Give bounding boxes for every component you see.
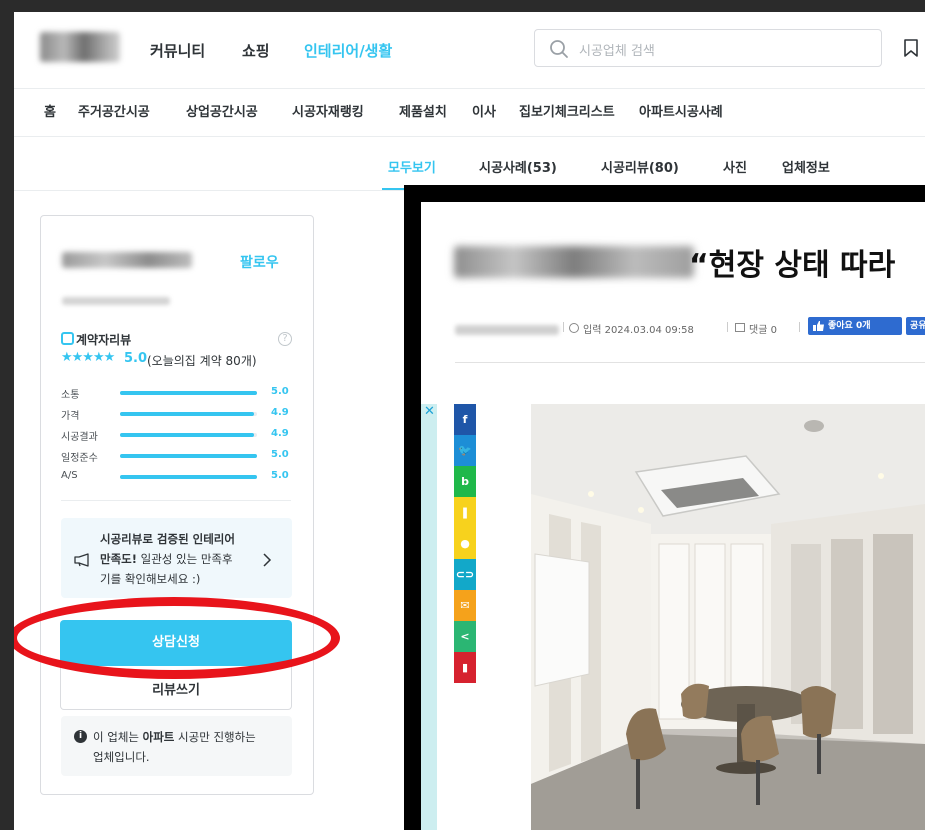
rating-bar: [120, 433, 257, 437]
rating-count: (오늘의집 계약 80개): [147, 354, 257, 368]
rating-bar-fill: [120, 391, 257, 395]
article-company-blurred: [454, 246, 694, 278]
facebook-icon[interactable]: f: [454, 404, 476, 435]
news-article-overlay: “현장 상태 따라 입력 2024.03.04 09:58 댓글 0 좋아요 0…: [404, 185, 925, 830]
nav-community[interactable]: 커뮤니티: [150, 40, 205, 61]
top-nav: 커뮤니티 쇼핑 인테리어/생활 시공업체 검색: [14, 12, 925, 88]
tab-all[interactable]: 모두보기: [388, 157, 436, 176]
tab-photos[interactable]: 사진: [723, 157, 747, 176]
search-input[interactable]: 시공업체 검색: [534, 29, 882, 67]
link-icon[interactable]: ⊂⊃: [454, 559, 476, 590]
star-rating-icon: ★★★★★: [61, 350, 115, 365]
share-icon[interactable]: <: [454, 621, 476, 652]
vendor-page: 커뮤니티 쇼핑 인테리어/생활 시공업체 검색 홈 주거공간시공 상업공간시공 …: [14, 12, 925, 830]
category-moving[interactable]: 이사: [472, 101, 496, 120]
ad-banner[interactable]: [421, 404, 437, 830]
rating-label: 시공결과: [61, 432, 98, 443]
kakaotalk-icon[interactable]: ●: [454, 528, 476, 559]
thumbs-up-icon: [813, 321, 824, 331]
megaphone-icon: [74, 553, 89, 567]
category-home[interactable]: 홈: [44, 101, 56, 120]
rating-bar-fill: [120, 412, 255, 416]
tab-cases[interactable]: 시공사례(53): [479, 157, 557, 176]
article-body: “현장 상태 따라 입력 2024.03.04 09:58 댓글 0 좋아요 0…: [421, 202, 925, 830]
shield-icon: [61, 332, 74, 345]
search-icon: [550, 40, 568, 58]
vendor-name-blurred: [62, 252, 192, 268]
bookmark-icon[interactable]: ▮: [454, 652, 476, 683]
promo-line-1: 시공리뷰로 검증된 인테리어: [100, 532, 235, 546]
twitter-icon[interactable]: 🐦: [454, 435, 476, 466]
rating-score: 5.0: [124, 351, 148, 366]
category-apartment-cases[interactable]: 아파트시공사례: [639, 101, 723, 120]
category-commercial[interactable]: 상업공간시공: [186, 101, 258, 120]
rating-label: A/S: [61, 470, 78, 481]
bookmark-icon[interactable]: [902, 38, 920, 58]
clock-icon: [569, 323, 579, 333]
comment-icon: [735, 323, 745, 332]
card-divider: [61, 500, 291, 501]
follow-button[interactable]: 팔로우: [240, 252, 279, 272]
article-comments[interactable]: 댓글 0: [749, 321, 777, 336]
social-share-bar: f 🐦 b ❚ ● ⊂⊃ ✉ < ▮: [454, 404, 476, 683]
tab-vendor-info[interactable]: 업체정보: [782, 157, 830, 176]
nav-divider: [14, 88, 925, 89]
nav-shopping[interactable]: 쇼핑: [242, 40, 270, 61]
article-headline: “현장 상태 따라: [689, 248, 896, 283]
category-checklist[interactable]: 집보기체크리스트: [519, 101, 615, 120]
notice-line-2: 업체입니다.: [93, 750, 150, 764]
rating-label: 소통: [61, 390, 80, 401]
rating-value: 5.0: [271, 449, 289, 460]
rating-bar: [120, 412, 257, 416]
article-divider: [455, 362, 925, 363]
notice-line-1: 이 업체는 아파트 시공만 진행하는: [93, 730, 256, 744]
rating-label: 가격: [61, 411, 80, 422]
rating-bar: [120, 391, 257, 395]
rating-label: 일정준수: [61, 453, 98, 464]
meeting-room-image: [531, 404, 925, 830]
promo-line-2: 만족도! 일관성 있는 만족후: [100, 552, 233, 566]
band-icon[interactable]: b: [454, 466, 476, 497]
search-placeholder: 시공업체 검색: [579, 44, 655, 59]
close-icon[interactable]: ✕: [424, 404, 435, 419]
nav-interior[interactable]: 인테리어/생활: [304, 40, 392, 61]
email-icon[interactable]: ✉: [454, 590, 476, 621]
rating-value: 4.9: [271, 428, 289, 439]
chevron-right-icon: [263, 553, 272, 567]
help-icon[interactable]: ?: [278, 332, 292, 346]
rating-bar-fill: [120, 454, 257, 458]
brand-logo[interactable]: [40, 32, 120, 62]
share-button[interactable]: 공유: [906, 317, 925, 335]
rating-value: 4.9: [271, 407, 289, 418]
rating-value: 5.0: [271, 386, 289, 397]
rating-bar-fill: [120, 433, 255, 437]
article-photo: [531, 404, 925, 830]
vendor-notice: [61, 716, 292, 776]
rating-value: 5.0: [271, 470, 289, 481]
meta-separator: [799, 322, 800, 332]
review-title: 계약자리뷰: [76, 333, 132, 347]
info-icon: i: [74, 730, 87, 743]
rating-bar: [120, 454, 257, 458]
category-installation[interactable]: 제품설치: [399, 101, 447, 120]
category-divider: [14, 136, 925, 137]
category-residential[interactable]: 주거공간시공: [78, 101, 150, 120]
article-author-blurred: [455, 325, 559, 335]
vendor-subtitle-blurred: [62, 297, 170, 305]
meta-separator: [727, 322, 728, 332]
rating-bar-fill: [120, 475, 257, 479]
meta-separator: [563, 322, 564, 332]
category-material-ranking[interactable]: 시공자재랭킹: [292, 101, 364, 120]
tab-reviews[interactable]: 시공리뷰(80): [601, 157, 679, 176]
article-date: 입력 2024.03.04 09:58: [583, 325, 694, 336]
promo-line-3: 기를 확인해보세요 :): [100, 572, 201, 586]
kakaostory-icon[interactable]: ❚: [454, 497, 476, 528]
rating-bar: [120, 475, 257, 479]
highlight-annotation: [14, 597, 340, 679]
